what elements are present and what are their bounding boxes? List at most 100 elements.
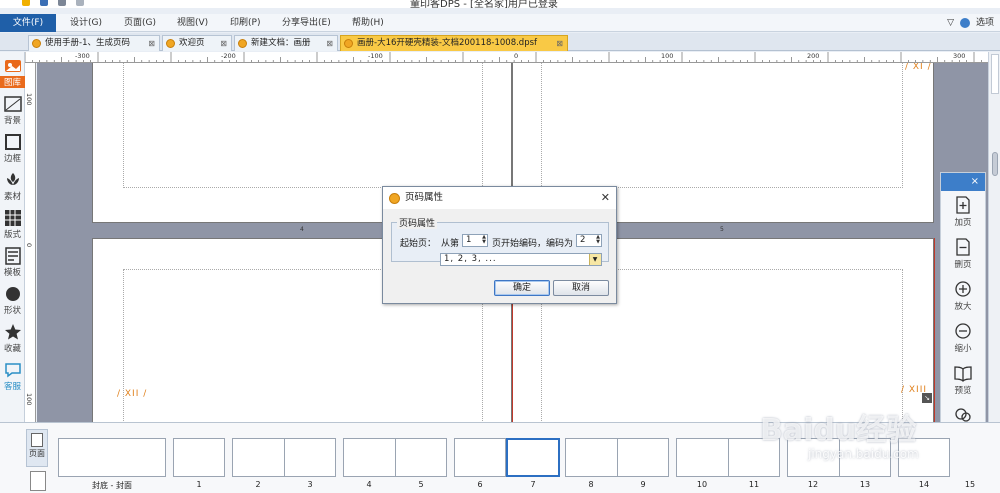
zoom-in-button[interactable]: 放大: [941, 277, 985, 317]
sidebar-item-material[interactable]: 素材: [0, 168, 25, 205]
save-icon[interactable]: [40, 0, 48, 6]
number-format-select[interactable]: 1, 2, 3, ... ▼: [440, 253, 602, 266]
menu-page[interactable]: 页面(G): [124, 16, 156, 30]
sidebar-item-gallery[interactable]: 图库: [0, 54, 25, 91]
stepper-arrows-icon[interactable]: ▲ ▼: [482, 235, 486, 245]
sidebar-item-border[interactable]: 边框: [0, 130, 25, 167]
ruler-label: 100: [25, 93, 33, 106]
scroll-up-area[interactable]: [991, 54, 999, 94]
app-logo-icon: [389, 193, 400, 204]
start-page-label: 起始页：: [400, 239, 437, 249]
menu-file[interactable]: 文件(F): [0, 14, 56, 32]
border-icon: [4, 134, 21, 150]
zoom-out-button[interactable]: 缩小: [941, 319, 985, 359]
chevron-down-icon[interactable]: ▼: [589, 254, 601, 265]
gear-icon[interactable]: [959, 18, 970, 28]
options-button[interactable]: 选项: [976, 16, 994, 30]
number-format-value: 1, 2, 3, ...: [444, 254, 497, 264]
dialog-titlebar[interactable]: 页码属性 ✕: [383, 187, 616, 209]
start-page-stepper[interactable]: 1 ▲ ▼: [462, 234, 488, 247]
sidebar-item-shape[interactable]: 形状: [0, 282, 25, 319]
page-panel-label: 页面: [29, 449, 45, 458]
menu-share-export[interactable]: 分享导出(E): [282, 16, 331, 30]
zoom-in-label: 放大: [954, 302, 972, 312]
thumbnail-spread[interactable]: [565, 438, 669, 477]
sidebar-item-layout[interactable]: 版式: [0, 206, 25, 243]
from-label: 从第: [441, 239, 460, 249]
sidebar-item-template[interactable]: 模板: [0, 244, 25, 281]
vertical-scrollbar[interactable]: [988, 52, 1000, 422]
menu-bar: 文件(F) 设计(G) 页面(G) 视图(V) 印刷(P) 分享导出(E) 帮助…: [0, 14, 1000, 32]
menu-help[interactable]: 帮助(H): [352, 16, 384, 30]
horizontal-ruler[interactable]: -300 -200 -100 0 100 200 300: [25, 52, 988, 63]
close-icon[interactable]: ⊠: [220, 36, 227, 51]
page-panel-tab[interactable]: 页面: [26, 429, 48, 467]
sidebar-item-favorites[interactable]: 收藏: [0, 320, 25, 357]
menu-design[interactable]: 设计(G): [70, 16, 102, 30]
group-label: 页码属性: [397, 216, 438, 229]
vertical-ruler[interactable]: 100 0 100: [25, 63, 36, 422]
left-sidebar: 图库 背景 边框 素材 版式 模板 形状 收藏 客服: [0, 52, 25, 422]
thumbnail-spread[interactable]: [343, 438, 447, 477]
close-icon[interactable]: ⊠: [326, 36, 333, 51]
add-page-button[interactable]: 加页: [941, 193, 985, 233]
sidebar-item-label: 模板: [3, 268, 21, 278]
menu-view[interactable]: 视图(V): [177, 16, 208, 30]
thumbnail-cover[interactable]: [58, 438, 166, 477]
code-value: 2: [580, 235, 586, 245]
scrollbar-thumb[interactable]: [992, 152, 998, 176]
thumbnail-spread[interactable]: [232, 438, 336, 477]
tab-welcome[interactable]: 欢迎页 ⊠: [162, 35, 232, 51]
tab-album-document[interactable]: 画册-大16开硬壳精装-文档200118-1008.dpsf ⊠: [340, 35, 568, 51]
thumbnail-label: 6: [477, 480, 483, 489]
preview-button[interactable]: 预览: [941, 361, 985, 401]
chevron-down-icon[interactable]: ▽: [947, 16, 954, 30]
layers-icon[interactable]: [30, 471, 46, 491]
menu-print[interactable]: 印刷(P): [230, 16, 260, 30]
menu-right-area: ▽ 选项: [947, 16, 994, 30]
baidu-watermark: Baidu经验: [760, 413, 917, 448]
preview-icon: [954, 366, 972, 382]
page-icon: [31, 433, 43, 447]
sidebar-item-service[interactable]: 客服: [0, 358, 25, 395]
page-number-label: / XII /: [117, 389, 148, 399]
cancel-button[interactable]: 取消: [553, 280, 609, 296]
thumbnail-label: 13: [859, 480, 871, 489]
ruler-label: 0: [25, 243, 33, 248]
sidebar-item-background[interactable]: 背景: [0, 92, 25, 129]
undo-icon[interactable]: [58, 0, 66, 6]
tab-label: 画册-大16开硬壳精装-文档200118-1008.dpsf: [357, 38, 538, 48]
document-tab-bar: ▶ 使用手册-1、生成页码 ⊠ 欢迎页 ⊠ 新建文档：画册 ⊠ 画册-大16开硬…: [0, 33, 1000, 79]
layout-icon: [4, 210, 21, 226]
ok-button[interactable]: 确定: [494, 280, 550, 296]
stepper-arrows-icon[interactable]: ▲ ▼: [596, 235, 600, 245]
thumbnail-page[interactable]: [454, 438, 506, 477]
thumbnail-page[interactable]: [173, 438, 225, 477]
close-icon[interactable]: ⊠: [148, 36, 155, 51]
window-title: 童印客DPS - [全名家]用户已登录: [410, 0, 558, 8]
tab-new-document[interactable]: 新建文档：画册 ⊠: [234, 35, 338, 51]
zoom-out-label: 缩小: [954, 344, 972, 354]
close-icon[interactable]: ⊠: [556, 36, 563, 51]
code-value-stepper[interactable]: 2 ▲ ▼: [576, 234, 602, 247]
tab-manual[interactable]: 使用手册-1、生成页码 ⊠: [28, 35, 160, 51]
sidebar-item-label: 收藏: [3, 344, 21, 354]
thumbnail-page-selected[interactable]: [506, 438, 560, 477]
thumbnail-label: 7: [530, 480, 536, 489]
start-code-label: 页开始编码，编码为: [492, 239, 574, 249]
page-number-label: / XI /: [905, 63, 932, 72]
close-icon[interactable]: ✕: [601, 187, 610, 209]
chat-icon: [4, 363, 21, 378]
shape-icon: [5, 287, 20, 301]
open-icon[interactable]: [22, 0, 30, 6]
thumbnail-label: 封底 - 封面: [92, 481, 132, 490]
resize-icon[interactable]: ↘: [922, 393, 932, 403]
bleed-guide-line: [934, 238, 935, 422]
thumbnail-label: 3: [307, 480, 313, 489]
delete-page-button[interactable]: 删页: [941, 235, 985, 275]
thumbnail-label: 15: [964, 480, 976, 489]
panel-close-button[interactable]: ×: [941, 173, 985, 191]
tab-label: 新建文档：画册: [251, 38, 311, 48]
ruler-ticks: [25, 52, 982, 62]
redo-icon[interactable]: [76, 0, 84, 6]
